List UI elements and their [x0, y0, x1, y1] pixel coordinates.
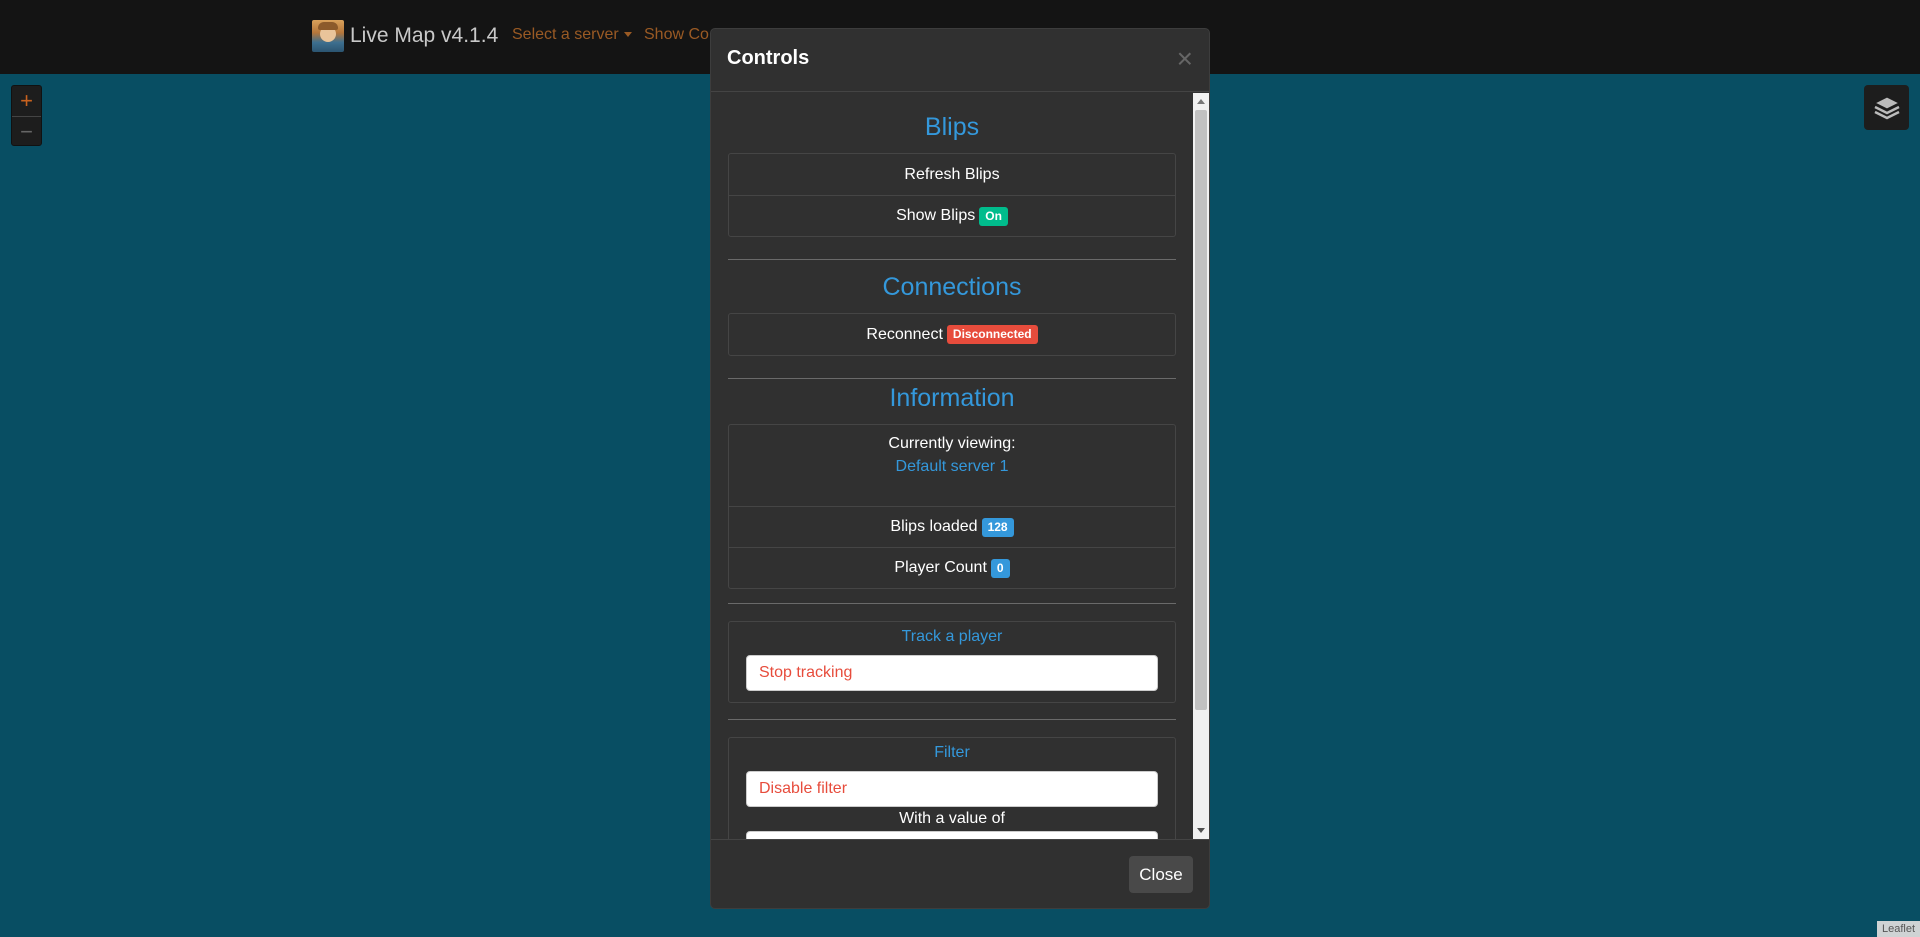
player-count-badge: 0 [990, 558, 1010, 578]
blips-loaded-row: Blips loaded 128 [729, 506, 1175, 547]
connections-group: Reconnect Disconnected [728, 313, 1176, 356]
divider [728, 259, 1176, 260]
reconnect-button[interactable]: Reconnect Disconnected [729, 314, 1175, 355]
refresh-blips-button[interactable]: Refresh Blips [729, 154, 1175, 195]
divider [728, 719, 1176, 720]
filter-value-select[interactable] [746, 831, 1158, 839]
information-group: Currently viewing: Default server 1 Blip… [728, 424, 1176, 589]
controls-modal: Controls × Blips Refresh Blips Show Blip… [710, 28, 1210, 909]
filter-select[interactable]: Disable filter [746, 771, 1158, 807]
reconnect-label: Reconnect [866, 325, 943, 343]
caret-down-icon [623, 32, 632, 38]
layers-button[interactable] [1864, 85, 1909, 130]
track-player-select[interactable]: Stop tracking [746, 655, 1158, 691]
show-blips-label: Show Blips [896, 207, 976, 224]
brand[interactable]: Live Map v4.1.4 [312, 20, 498, 52]
information-title: Information [889, 384, 1015, 412]
zoom-in-button[interactable]: + [12, 86, 41, 116]
scrollbar-thumb[interactable] [1195, 110, 1207, 710]
player-count-label: Player Count [894, 559, 987, 576]
connections-title: Connections [882, 273, 1022, 301]
filter-value-label: With a value of [899, 810, 1005, 827]
show-controls-link[interactable]: Show Co [644, 26, 709, 44]
divider [728, 603, 1176, 604]
modal-scrollbar[interactable] [1193, 93, 1209, 839]
scroll-up-icon[interactable] [1197, 99, 1205, 104]
close-icon[interactable]: × [1177, 45, 1193, 73]
brand-title: Live Map v4.1.4 [350, 24, 499, 47]
blips-group: Refresh Blips Show Blips On [728, 153, 1176, 237]
layers-icon [1873, 95, 1900, 119]
blips-title: Blips [924, 113, 980, 141]
modal-header: Controls × [711, 29, 1209, 92]
select-server-label: Select a server [512, 26, 619, 43]
show-blips-badge: On [979, 206, 1008, 226]
zoom-control: + − [11, 85, 42, 146]
filter-title: Filter [934, 744, 970, 761]
select-server-dropdown[interactable]: Select a server [512, 26, 632, 44]
modal-body: Blips Refresh Blips Show Blips On Connec… [711, 93, 1209, 839]
refresh-blips-label: Refresh Blips [904, 165, 1000, 183]
leaflet-attribution[interactable]: Leaflet [1877, 921, 1920, 937]
brand-logo-icon [312, 20, 344, 52]
close-button[interactable]: Close [1129, 856, 1193, 893]
filter-group: Filter Disable filter With a value of [728, 737, 1176, 839]
player-count-row: Player Count 0 [729, 547, 1175, 588]
blips-loaded-badge: 128 [981, 517, 1014, 537]
currently-viewing-row: Currently viewing: Default server 1 [729, 425, 1175, 506]
currently-viewing-label: Currently viewing: [888, 435, 1016, 452]
server-name: Default server 1 [895, 458, 1009, 475]
modal-footer: Close [711, 839, 1209, 909]
track-player-group: Track a player Stop tracking [728, 621, 1176, 703]
show-blips-button[interactable]: Show Blips On [729, 195, 1175, 236]
divider [728, 378, 1176, 379]
zoom-out-button[interactable]: − [12, 116, 41, 146]
blips-loaded-label: Blips loaded [890, 518, 978, 535]
track-player-title: Track a player [901, 628, 1003, 645]
connection-status-badge: Disconnected [946, 325, 1038, 344]
scroll-down-icon[interactable] [1197, 828, 1205, 833]
modal-title: Controls [727, 47, 810, 69]
